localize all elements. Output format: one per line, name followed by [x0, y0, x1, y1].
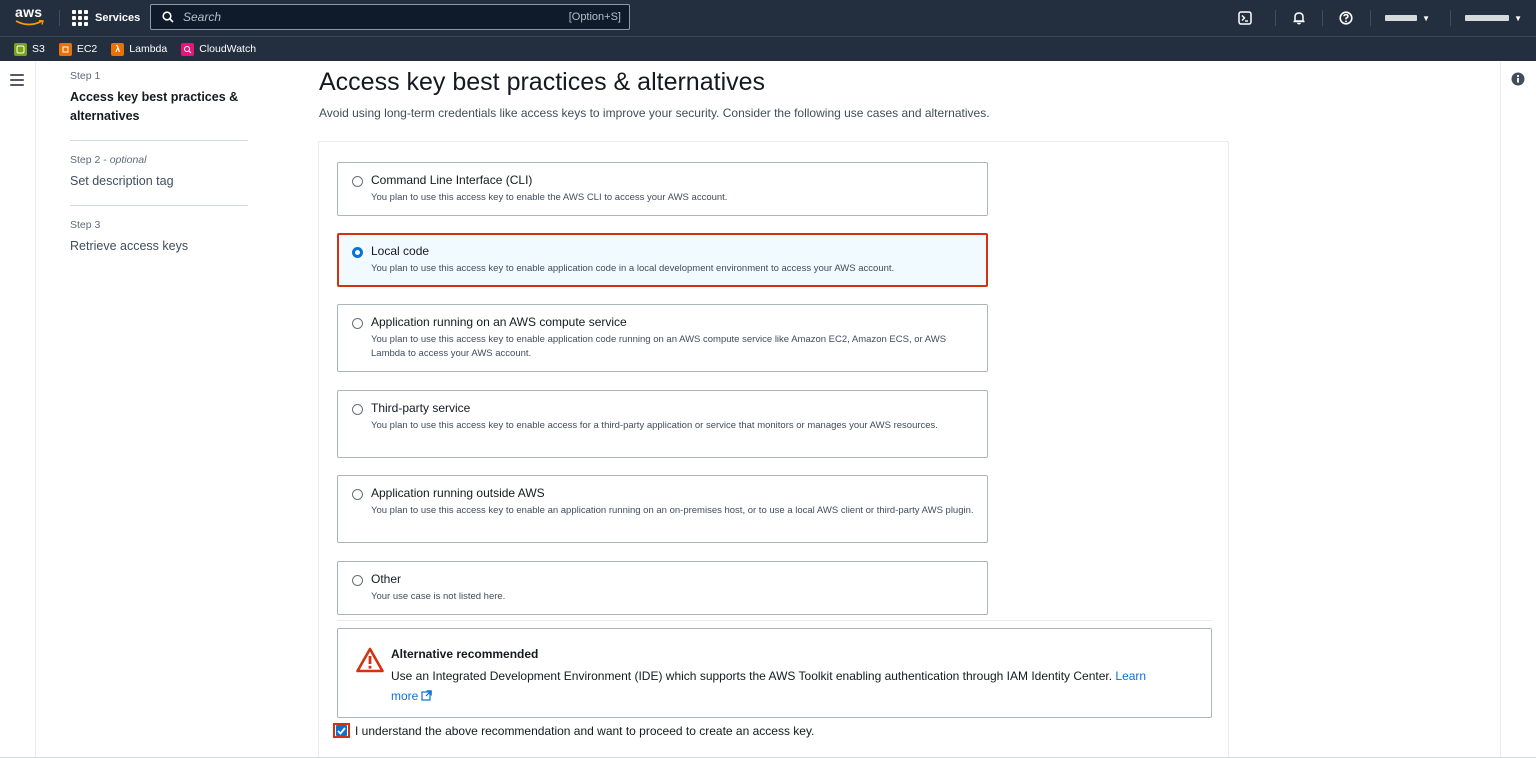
option-title: Third-party service	[371, 401, 471, 415]
favorite-label: EC2	[76, 43, 98, 55]
favorite-lambda[interactable]: λ Lambda	[111, 42, 168, 56]
option-title: Other	[371, 572, 402, 586]
option-third-party[interactable]: Third-party service You plan to use this…	[337, 390, 988, 458]
radio-local-code[interactable]	[352, 247, 363, 258]
info-icon[interactable]	[1511, 72, 1525, 86]
nav-separator	[1275, 10, 1277, 26]
favorite-label: S3	[32, 43, 45, 55]
redacted-region	[1385, 15, 1418, 21]
nav-separator	[59, 10, 60, 26]
caret-down-icon: ▼	[1514, 13, 1522, 23]
search-input[interactable]	[179, 10, 569, 24]
aws-smile-icon	[15, 20, 44, 26]
radio-aws-compute[interactable]	[352, 318, 363, 329]
top-navigation: aws Services [Option+S]	[0, 0, 1536, 36]
favorite-label: Lambda	[129, 43, 168, 55]
nav-separator	[1322, 10, 1324, 26]
option-description: You plan to use this access key to enabl…	[371, 505, 974, 516]
help-icon[interactable]	[1336, 8, 1356, 28]
option-title: Command Line Interface (CLI)	[371, 173, 533, 187]
step-title: Set description tag	[70, 174, 174, 188]
favorite-ec2[interactable]: EC2	[58, 42, 98, 56]
cloudwatch-icon	[181, 42, 195, 56]
warning-icon	[356, 647, 384, 673]
menu-icon[interactable]	[10, 74, 24, 86]
option-other[interactable]: Other Your use case is not listed here.	[337, 561, 988, 615]
option-description: You plan to use this access key to enabl…	[371, 334, 947, 359]
alert-title: Alternative recommended	[391, 647, 539, 661]
nav-separator	[1370, 10, 1372, 26]
acknowledge-row: I understand the above recommendation an…	[333, 723, 814, 738]
option-title: Local code	[371, 244, 430, 258]
option-aws-compute[interactable]: Application running on an AWS compute se…	[337, 304, 988, 372]
radio-other[interactable]	[352, 575, 363, 586]
option-description: Your use case is not listed here.	[371, 591, 506, 602]
favorite-cloudwatch[interactable]: CloudWatch	[181, 42, 257, 56]
option-description: You plan to use this access key to enabl…	[371, 420, 938, 431]
page-description: Avoid using long-term credentials like a…	[319, 106, 990, 120]
acknowledge-checkbox[interactable]	[333, 723, 350, 738]
wizard-steps: Step 1 Access key best practices & alter…	[70, 66, 248, 279]
search-box[interactable]: [Option+S]	[150, 4, 630, 30]
step-number: Step 3	[70, 219, 101, 231]
alert-text: Use an Integrated Development Environmen…	[391, 669, 1113, 683]
step-title: Access key best practices & alternatives	[70, 90, 239, 123]
wizard-step-3[interactable]: Step 3 Retrieve access keys	[70, 215, 248, 270]
page-title: Access key best practices & alternatives	[319, 68, 766, 96]
services-button[interactable]: Services	[72, 7, 140, 29]
grid-icon	[72, 10, 88, 26]
ec2-icon	[58, 42, 72, 56]
favorite-label: CloudWatch	[199, 43, 257, 55]
redacted-account	[1465, 15, 1510, 21]
step-number: Step 1	[70, 70, 101, 82]
aws-logo[interactable]: aws	[15, 5, 45, 29]
lambda-icon: λ	[111, 42, 125, 56]
region-selector[interactable]: ▼	[1385, 14, 1430, 23]
alternative-alert: Alternative recommended Use an Integrate…	[337, 628, 1212, 718]
option-description: You plan to use this access key to enabl…	[371, 192, 728, 203]
step-optional-label: optional	[109, 154, 147, 166]
step-number: Step 2 - optional	[70, 154, 147, 166]
favorite-s3[interactable]: S3	[14, 42, 45, 56]
option-description: You plan to use this access key to enabl…	[371, 263, 895, 274]
checkmark-icon	[336, 725, 347, 736]
right-rail-divider	[1500, 62, 1501, 758]
radio-outside-aws[interactable]	[352, 489, 363, 500]
favorites-bar: S3 EC2 λ Lambda CloudWatch	[0, 36, 1536, 61]
aws-logo-text: aws	[15, 4, 43, 20]
cloudshell-icon[interactable]	[1235, 8, 1255, 28]
external-link-icon	[421, 687, 433, 707]
search-shortcut: [Option+S]	[568, 11, 621, 23]
caret-down-icon: ▼	[1422, 13, 1431, 23]
left-rail-divider	[35, 62, 36, 758]
radio-third-party[interactable]	[352, 404, 363, 415]
step-title: Retrieve access keys	[70, 239, 189, 253]
nav-separator	[1450, 10, 1452, 26]
services-label: Services	[95, 12, 141, 24]
s3-icon	[14, 42, 27, 56]
option-title: Application running outside AWS	[371, 486, 545, 500]
alert-body: Use an Integrated Development Environmen…	[391, 666, 1151, 707]
option-title: Application running on an AWS compute se…	[371, 315, 627, 329]
wizard-step-2[interactable]: Step 2 - optional Set description tag	[70, 150, 248, 206]
radio-cli[interactable]	[352, 176, 363, 187]
option-cli[interactable]: Command Line Interface (CLI) You plan to…	[337, 162, 988, 216]
search-icon	[157, 11, 179, 23]
bell-icon[interactable]	[1289, 8, 1309, 28]
account-menu[interactable]: ▼	[1465, 14, 1522, 23]
option-local-code[interactable]: Local code You plan to use this access k…	[337, 233, 988, 287]
option-outside-aws[interactable]: Application running outside AWS You plan…	[337, 475, 988, 543]
wizard-step-1[interactable]: Step 1 Access key best practices & alter…	[70, 66, 248, 141]
nav-right-tools: ▼ ▼	[1235, 0, 1536, 36]
section-divider	[337, 620, 1212, 621]
acknowledge-label[interactable]: I understand the above recommendation an…	[355, 724, 814, 738]
